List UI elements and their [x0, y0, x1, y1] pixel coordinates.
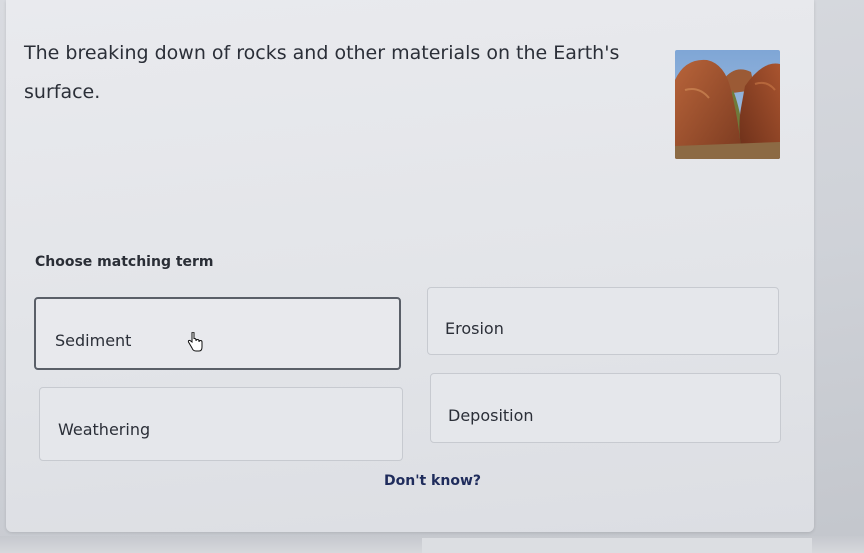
question-card: The breaking down of rocks and other mat… [6, 0, 814, 532]
screen: The breaking down of rocks and other mat… [0, 0, 864, 553]
option-label: Sediment [55, 331, 132, 350]
option-label: Deposition [448, 406, 534, 425]
instruction-label: Choose matching term [35, 254, 214, 270]
rocks-photo [675, 50, 780, 159]
option-deposition[interactable]: Deposition [430, 373, 781, 443]
option-erosion[interactable]: Erosion [427, 287, 779, 355]
question-prompt: The breaking down of rocks and other mat… [24, 42, 620, 103]
bottom-strip [0, 536, 864, 553]
hand-pointer-icon [186, 331, 204, 352]
option-sediment[interactable]: Sediment [34, 297, 401, 370]
option-weathering[interactable]: Weathering [39, 387, 403, 461]
option-label: Erosion [445, 319, 504, 338]
footer-bar [422, 538, 812, 553]
dont-know-link[interactable]: Don't know? [384, 473, 481, 489]
option-label: Weathering [58, 420, 151, 439]
